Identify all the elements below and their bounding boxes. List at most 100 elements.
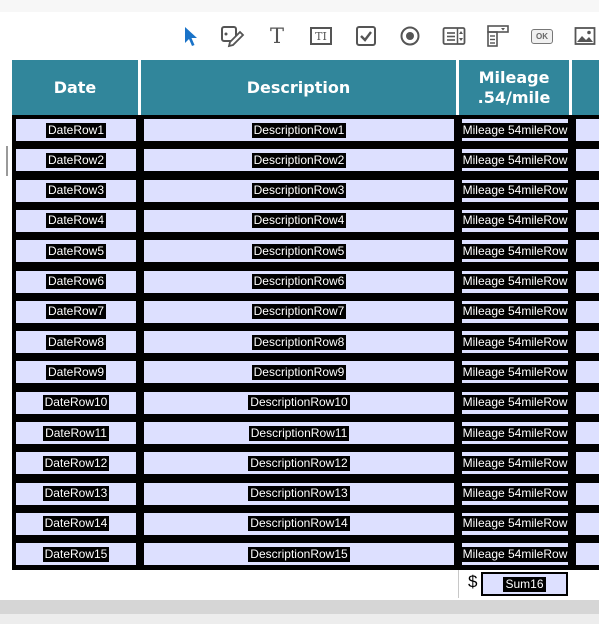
- table-row: DateRow6 DescriptionRow6 Mileage 54mileRow: [12, 267, 599, 297]
- date-field[interactable]: DateRow10: [14, 389, 138, 416]
- mileage-field[interactable]: Mileage 54mileRow: [460, 389, 570, 416]
- mileage-field[interactable]: Mileage 54mileRow: [460, 359, 570, 386]
- table-row: DateRow1 DescriptionRow1 Mileage 54mileRow: [12, 115, 599, 145]
- mileage-field-label: Mileage 54mileRow: [460, 486, 570, 502]
- checkbox-tool-icon[interactable]: [353, 22, 379, 50]
- date-field[interactable]: DateRow14: [14, 510, 138, 537]
- mileage-field[interactable]: Mileage 54mileRow: [460, 329, 570, 356]
- description-field[interactable]: DescriptionRow12: [142, 450, 456, 477]
- description-field-label: DescriptionRow11: [248, 425, 350, 441]
- mileage-field[interactable]: Mileage 54mileRow: [460, 450, 570, 477]
- description-field[interactable]: DescriptionRow2: [142, 147, 456, 174]
- date-field[interactable]: DateRow11: [14, 420, 138, 446]
- description-field[interactable]: DescriptionRow4: [142, 207, 456, 234]
- description-field[interactable]: DescriptionRow10: [142, 389, 456, 416]
- dropdown-tool-icon[interactable]: [485, 22, 511, 50]
- button-tool-icon[interactable]: OK: [529, 22, 555, 50]
- table-row: DateRow3 DescriptionRow3 Mileage 54mileRow: [12, 176, 599, 206]
- radio-button-tool-icon[interactable]: [397, 22, 423, 50]
- description-field[interactable]: DescriptionRow6: [142, 268, 456, 295]
- image-tool-icon[interactable]: [572, 22, 598, 50]
- date-field[interactable]: DateRow6: [14, 268, 138, 295]
- date-field[interactable]: DateRow15: [14, 541, 138, 568]
- date-field[interactable]: DateRow7: [14, 298, 138, 325]
- next-column-field[interactable]: [574, 450, 599, 477]
- mileage-field[interactable]: Mileage 54mileRow: [460, 238, 570, 265]
- mileage-field[interactable]: Mileage 54mileRow: [460, 480, 570, 507]
- header-mileage: Mileage .54/mile: [459, 60, 569, 115]
- next-column-field[interactable]: [574, 298, 599, 325]
- description-field[interactable]: DescriptionRow9: [142, 359, 456, 386]
- date-field[interactable]: DateRow1: [14, 117, 138, 143]
- mileage-field[interactable]: Mileage 54mileRow: [460, 420, 570, 446]
- description-field[interactable]: DescriptionRow1: [142, 117, 456, 143]
- edit-fields-icon[interactable]: [220, 22, 246, 50]
- sum-divider: [458, 570, 459, 598]
- next-column-field[interactable]: [574, 541, 599, 568]
- mileage-field[interactable]: Mileage 54mileRow: [460, 117, 570, 143]
- date-field[interactable]: DateRow3: [14, 177, 138, 204]
- next-column-field[interactable]: [574, 268, 599, 295]
- mileage-field[interactable]: Mileage 54mileRow: [460, 541, 570, 568]
- sum-field[interactable]: Sum16: [481, 572, 568, 596]
- next-column-field[interactable]: [574, 147, 599, 174]
- date-field[interactable]: DateRow2: [14, 147, 138, 174]
- next-column-field[interactable]: [574, 420, 599, 446]
- header-mileage-line2: .54/mile: [477, 87, 551, 107]
- mileage-field[interactable]: Mileage 54mileRow: [460, 268, 570, 295]
- table-row: DateRow5 DescriptionRow5 Mileage 54mileRow: [12, 236, 599, 266]
- description-field[interactable]: DescriptionRow7: [142, 298, 456, 325]
- document-left-margin: [0, 60, 12, 600]
- header-date: Date: [12, 60, 138, 115]
- next-column-field[interactable]: [574, 480, 599, 507]
- table-row: DateRow8 DescriptionRow8 Mileage 54mileRow: [12, 327, 599, 357]
- mileage-field-label: Mileage 54mileRow: [460, 334, 570, 350]
- description-field[interactable]: DescriptionRow13: [142, 480, 456, 507]
- next-column-field[interactable]: [574, 117, 599, 143]
- date-field[interactable]: DateRow13: [14, 480, 138, 507]
- description-field[interactable]: DescriptionRow5: [142, 238, 456, 265]
- date-field-label: DateRow10: [42, 395, 110, 411]
- select-tool-icon[interactable]: [178, 22, 204, 50]
- description-field[interactable]: DescriptionRow3: [142, 177, 456, 204]
- date-field[interactable]: DateRow8: [14, 329, 138, 356]
- text-tool-icon[interactable]: T: [264, 22, 290, 50]
- horizontal-scrollbar[interactable]: [0, 600, 599, 614]
- date-field[interactable]: DateRow5: [14, 238, 138, 265]
- mileage-field[interactable]: Mileage 54mileRow: [460, 207, 570, 234]
- mileage-field[interactable]: Mileage 54mileRow: [460, 510, 570, 537]
- date-field[interactable]: DateRow12: [14, 450, 138, 477]
- description-field[interactable]: DescriptionRow11: [142, 420, 456, 446]
- date-field-label: DateRow13: [42, 486, 110, 502]
- date-field[interactable]: DateRow4: [14, 207, 138, 234]
- mileage-field-label: Mileage 54mileRow: [460, 546, 570, 562]
- mileage-field[interactable]: Mileage 54mileRow: [460, 298, 570, 325]
- next-column-field[interactable]: [574, 510, 599, 537]
- sum-field-label: Sum16: [503, 576, 546, 592]
- next-column-field[interactable]: [574, 207, 599, 234]
- header-description: Description: [141, 60, 456, 115]
- date-field-label: DateRow8: [45, 334, 107, 350]
- mileage-field[interactable]: Mileage 54mileRow: [460, 177, 570, 204]
- date-field-label: DateRow14: [42, 516, 110, 532]
- mileage-field-label: Mileage 54mileRow: [460, 274, 570, 289]
- text-field-tool-icon[interactable]: TI: [308, 22, 334, 50]
- next-column-field[interactable]: [574, 359, 599, 386]
- list-box-tool-icon[interactable]: [441, 22, 467, 50]
- mileage-field-label: Mileage 54mileRow: [460, 455, 570, 471]
- next-column-field[interactable]: [574, 329, 599, 356]
- next-column-field[interactable]: [574, 389, 599, 416]
- table-row: DateRow4 DescriptionRow4 Mileage 54mileRow: [12, 206, 599, 236]
- next-column-field[interactable]: [574, 238, 599, 265]
- mileage-field-label: Mileage 54mileRow: [460, 243, 570, 259]
- description-field-label: DescriptionRow4: [251, 213, 347, 229]
- description-field[interactable]: DescriptionRow8: [142, 329, 456, 356]
- mileage-field[interactable]: Mileage 54mileRow: [460, 147, 570, 174]
- description-field[interactable]: DescriptionRow14: [142, 510, 456, 537]
- date-field-label: DateRow4: [45, 213, 107, 229]
- mileage-field-label: Mileage 54mileRow: [460, 425, 570, 441]
- next-column-field[interactable]: [574, 177, 599, 204]
- date-field[interactable]: DateRow9: [14, 359, 138, 386]
- description-field[interactable]: DescriptionRow15: [142, 541, 456, 568]
- date-field-label: DateRow15: [42, 546, 110, 562]
